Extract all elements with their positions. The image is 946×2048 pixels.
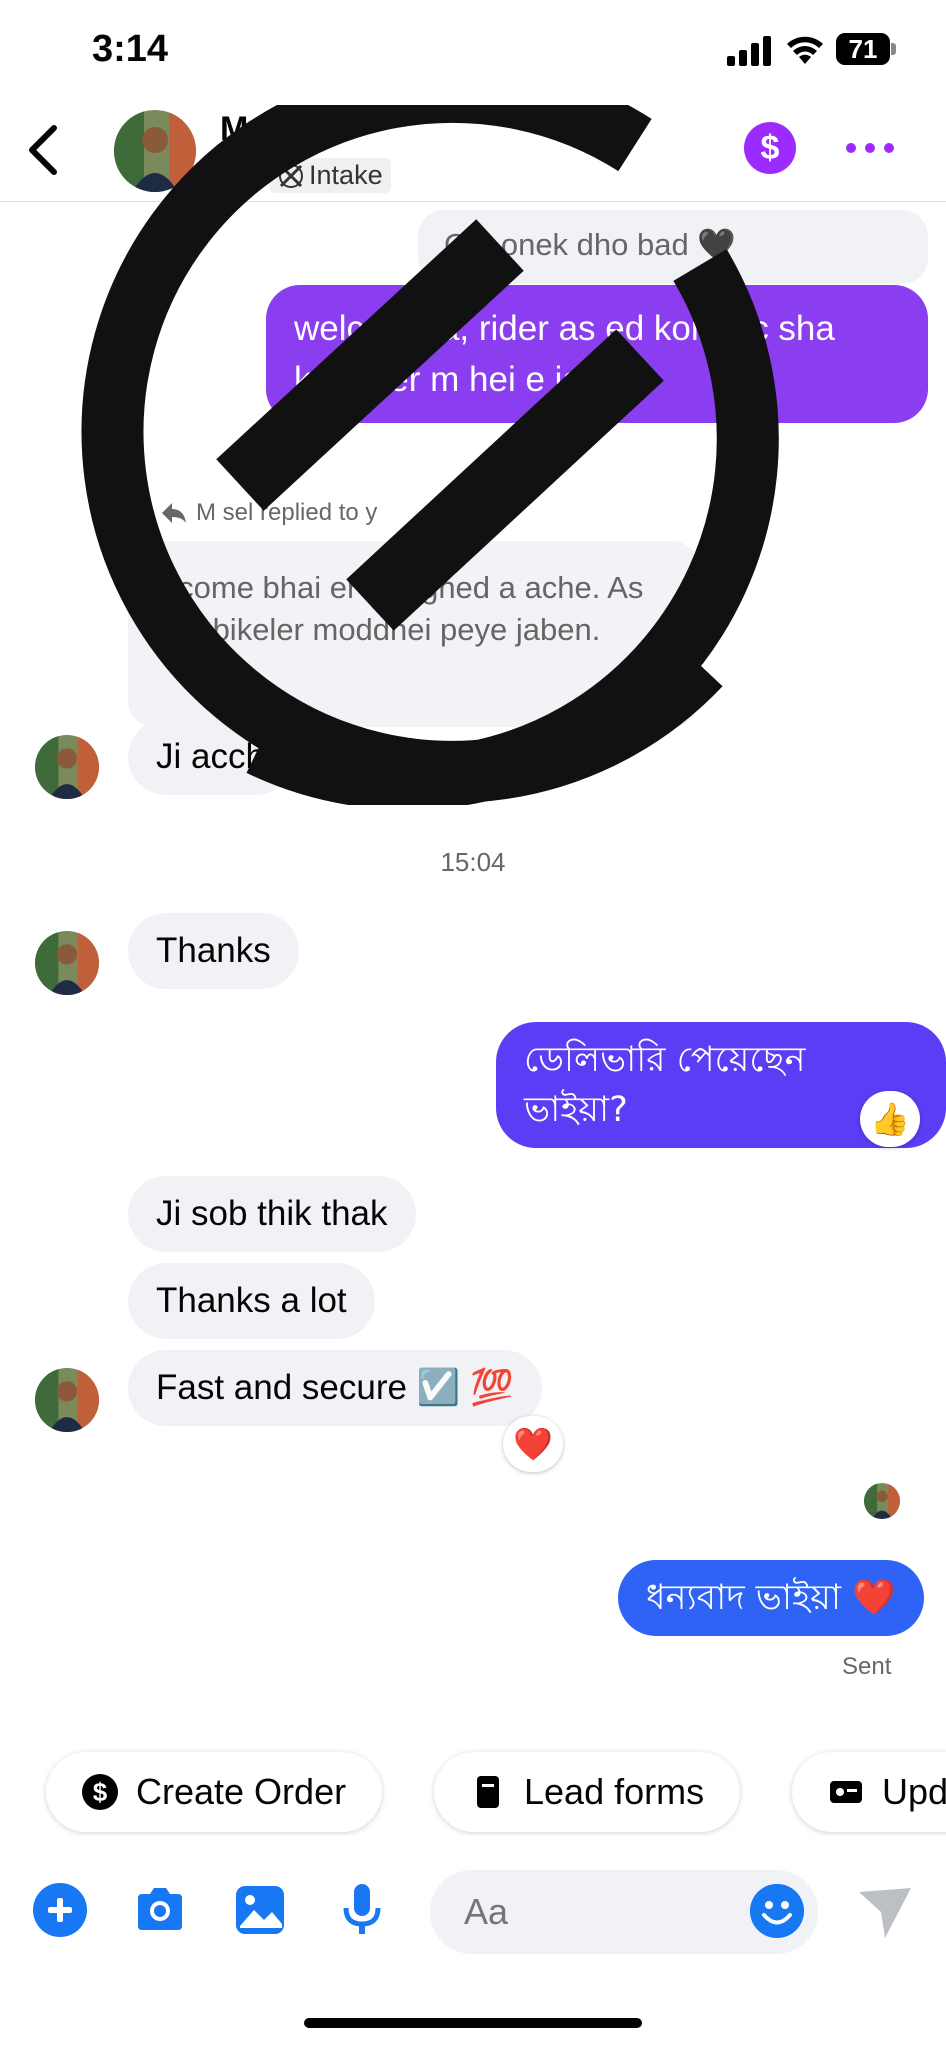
contact-name: M xyxy=(220,110,249,148)
battery-icon: 71 xyxy=(836,33,896,67)
reaction-heart[interactable]: ❤️ xyxy=(503,1416,563,1472)
dollar-icon: $ xyxy=(82,1774,118,1810)
form-icon xyxy=(477,1776,499,1808)
incoming-message[interactable]: Ji acch xyxy=(128,719,293,795)
quick-reply-bar: $ Create Order Lead forms Upd xyxy=(0,1748,946,1836)
sent-status: Sent xyxy=(842,1653,892,1680)
incoming-message[interactable]: Fast and secure ☑️ 💯 xyxy=(128,1350,542,1426)
incoming-message[interactable]: Ji sob thik thak xyxy=(128,1176,416,1252)
gallery-icon[interactable] xyxy=(232,1882,288,1938)
update-label: Upd xyxy=(882,1771,946,1812)
reply-icon xyxy=(162,503,186,523)
reply-label-text: M sel replied to y xyxy=(196,499,378,526)
incoming-message[interactable]: Thanks a lot xyxy=(128,1263,375,1339)
contact-avatar[interactable] xyxy=(114,110,196,192)
lead-forms-label: Lead forms xyxy=(524,1771,705,1812)
outgoing-message[interactable]: welc bhaia, rider as ed kora ac sha kori… xyxy=(266,285,928,423)
message-list: O k onek dho bad 🖤 welc bhaia, rider as … xyxy=(0,203,946,1743)
more-options-icon[interactable] xyxy=(846,140,894,156)
id-card-icon xyxy=(830,1781,862,1803)
intake-label-chip[interactable]: Intake xyxy=(269,158,391,193)
create-order-button[interactable]: $ Create Order xyxy=(46,1752,383,1832)
contact-avatar-small[interactable] xyxy=(35,931,99,995)
update-button[interactable]: Upd xyxy=(792,1752,946,1832)
subtitle-text: red xyxy=(220,160,260,190)
reaction-thumbs-up[interactable]: 👍 xyxy=(860,1091,920,1147)
microphone-icon[interactable] xyxy=(334,1882,390,1938)
emoji-icon[interactable] xyxy=(750,1884,804,1938)
contact-avatar-small[interactable] xyxy=(35,735,99,799)
home-indicator xyxy=(304,2018,642,2028)
intake-icon xyxy=(279,163,304,188)
seen-avatar xyxy=(864,1483,900,1519)
intake-label: Intake xyxy=(309,160,383,190)
status-time: 3:14 xyxy=(92,28,169,70)
back-icon[interactable] xyxy=(20,122,70,178)
contact-avatar-small[interactable] xyxy=(35,1368,99,1432)
camera-icon[interactable] xyxy=(132,1882,188,1938)
outgoing-message[interactable]: ধন্যবাদ ভাইয়া ❤️ xyxy=(618,1560,924,1636)
lead-forms-button[interactable]: Lead forms xyxy=(434,1752,741,1832)
incoming-message[interactable]: Thanks xyxy=(128,913,299,989)
add-icon[interactable] xyxy=(32,1882,88,1938)
contact-subtitle: red Intake xyxy=(220,158,391,193)
composer-bar xyxy=(0,1860,946,1970)
battery-level: 71 xyxy=(836,33,890,65)
quoted-message: O k onek dho bad 🖤 xyxy=(418,210,928,284)
status-bar: 3:14 71 xyxy=(0,0,946,100)
payment-button[interactable]: $ xyxy=(744,122,796,174)
svg-text:$: $ xyxy=(93,1777,108,1807)
create-order-label: Create Order xyxy=(136,1771,347,1812)
signal-icon xyxy=(727,36,771,66)
message-timestamp: 15:04 xyxy=(440,847,506,877)
send-icon[interactable] xyxy=(855,1882,915,1942)
quoted-reply: elcome bhai er assigned a ache. As kori … xyxy=(128,541,698,727)
wifi-icon xyxy=(787,36,823,64)
conversation-header: M red Intake $ xyxy=(0,100,946,202)
reply-label: M sel replied to y xyxy=(160,499,377,527)
